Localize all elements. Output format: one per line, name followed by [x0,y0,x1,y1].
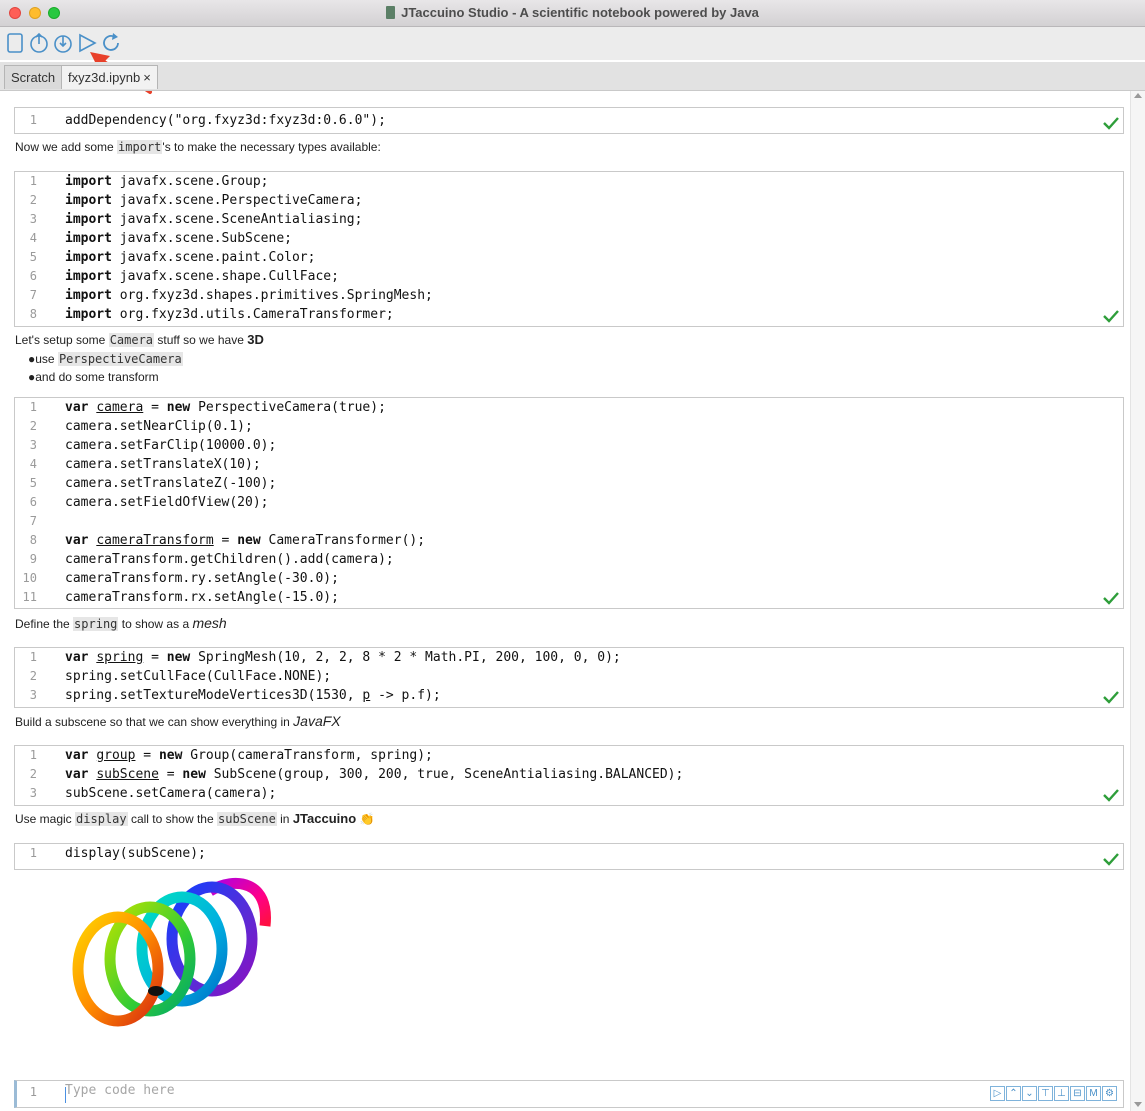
open-button[interactable] [28,32,50,54]
code-line: 1 var group = new Group(cameraTransform, … [29,748,433,763]
markdown-text: Define the spring to show as a mesh [15,615,227,631]
tab-bar: Scratch fxyz3d.ipynb × [0,62,1145,91]
new-notebook-button[interactable] [4,32,26,54]
code-line: 9 cameraTransform.getChildren().add(camer… [29,552,394,567]
split-cell-icon[interactable]: ⊟ [1070,1086,1085,1101]
save-button[interactable] [52,32,74,54]
save-icon [54,35,72,53]
code-line: 2 camera.setNearClip(0.1); [29,419,253,434]
scroll-down-icon[interactable] [1134,1102,1142,1107]
list-item: ●use PerspectiveCamera [28,352,183,366]
success-check-icon [1102,116,1120,130]
success-check-icon [1102,690,1120,704]
close-tab-icon[interactable]: × [143,70,151,85]
markdown-text: Now we add some import's to make the nec… [15,140,381,154]
notebook-content[interactable]: 1 addDependency("org.fxyz3d:fxyz3d:0.6.0"… [0,91,1130,1111]
cell-toolbar: ▷ ⌃ ⌄ ⊤ ⊥ ⊟ M ⚙ [990,1086,1117,1102]
code-line: 1 addDependency("org.fxyz3d:fxyz3d:0.6.0"… [29,113,386,128]
restart-button[interactable] [100,32,122,54]
title-bar: JTaccuino Studio - A scientific notebook… [0,0,1145,27]
spring-mesh-output-image [72,878,271,1027]
code-line: 2 var subScene = new SubScene(group, 300,… [29,767,684,782]
run-button[interactable] [76,32,98,54]
insert-below-icon[interactable]: ⊥ [1054,1086,1069,1101]
code-line: 8 import org.fxyz3d.utils.CameraTransform… [29,307,394,322]
toolbar [0,27,1145,60]
insert-above-icon[interactable]: ⊤ [1038,1086,1053,1101]
code-line: 5 camera.setTranslateZ(-100); [29,476,277,491]
markdown-text: Let's setup some Camera stuff so we have… [15,332,264,347]
code-line: 3 camera.setFarClip(10000.0); [29,438,277,453]
code-line: 3 import javafx.scene.SceneAntialiasing; [29,212,363,227]
code-cell[interactable]: 1 var camera = new PerspectiveCamera(true… [14,397,1124,609]
code-line: 8 var cameraTransform = new CameraTransfo… [29,533,426,548]
run-icon [79,33,97,53]
code-cell[interactable]: 1 var spring = new SpringMesh(10, 2, 2, 8… [14,647,1124,708]
code-line: 4 import javafx.scene.SubScene; [29,231,292,246]
code-line: 3 spring.setTextureModeVertices3D(1530, p… [29,688,441,703]
code-line: 4 camera.setTranslateX(10); [29,457,261,472]
vertical-scrollbar[interactable] [1130,91,1145,1111]
new-notebook-icon [7,33,23,53]
success-check-icon [1102,852,1120,866]
code-line: 3 subScene.setCamera(camera); [29,786,277,801]
code-line: 1 display(subScene); [29,846,206,861]
code-cell[interactable]: 1 var group = new Group(cameraTransform, … [14,745,1124,806]
open-icon [30,32,48,53]
success-check-icon [1102,788,1120,802]
move-up-icon[interactable]: ⌃ [1006,1086,1021,1101]
code-line: 7 import org.fxyz3d.shapes.primitives.Spr… [29,288,433,303]
refresh-icon [103,33,119,51]
tab-scratch[interactable]: Scratch [4,65,63,89]
new-code-cell[interactable]: 1 Type code here ▷ ⌃ ⌄ ⊤ ⊥ ⊟ M ⚙ [14,1080,1124,1108]
app-icon [386,6,396,19]
code-line: 1 var spring = new SpringMesh(10, 2, 2, 8… [29,650,621,665]
list-item: ●and do some transform [28,370,159,384]
clapping-hands-icon: 👏 [359,812,375,826]
code-line: 10 cameraTransform.ry.setAngle(-30.0); [22,571,339,586]
window-title: JTaccuino Studio - A scientific notebook… [0,5,1145,20]
run-cell-icon[interactable]: ▷ [990,1086,1005,1101]
move-down-icon[interactable]: ⌄ [1022,1086,1037,1101]
scroll-up-icon[interactable] [1134,93,1142,98]
code-line: 1 var camera = new PerspectiveCamera(true… [29,400,386,415]
code-line: 2 spring.setCullFace(CullFace.NONE); [29,669,332,684]
code-input-placeholder[interactable]: Type code here [65,1083,175,1098]
markdown-text: Use magic display call to show the subSc… [15,811,375,826]
code-cell[interactable]: 1 display(subScene); [14,843,1124,870]
markdown-toggle-icon[interactable]: M [1086,1086,1101,1101]
code-line: 1 import javafx.scene.Group; [29,174,269,189]
code-cell[interactable]: 1 import javafx.scene.Group; 2 import java… [14,171,1124,327]
tab-fxyz3d[interactable]: fxyz3d.ipynb × [61,65,158,89]
success-check-icon [1102,309,1120,323]
code-line: 2 import javafx.scene.PerspectiveCamera; [29,193,363,208]
code-line: 11 cameraTransform.rx.setAngle(-15.0); [22,590,339,605]
code-line: 6 camera.setFieldOfView(20); [29,495,269,510]
code-line: 7 [29,514,37,528]
code-line: 5 import javafx.scene.paint.Color; [29,250,316,265]
markdown-text: Build a subscene so that we can show eve… [15,713,341,729]
code-line: 6 import javafx.scene.shape.CullFace; [29,269,339,284]
code-cell[interactable]: 1 addDependency("org.fxyz3d:fxyz3d:0.6.0"… [14,107,1124,134]
success-check-icon [1102,591,1120,605]
cell-settings-icon[interactable]: ⚙ [1102,1086,1117,1101]
